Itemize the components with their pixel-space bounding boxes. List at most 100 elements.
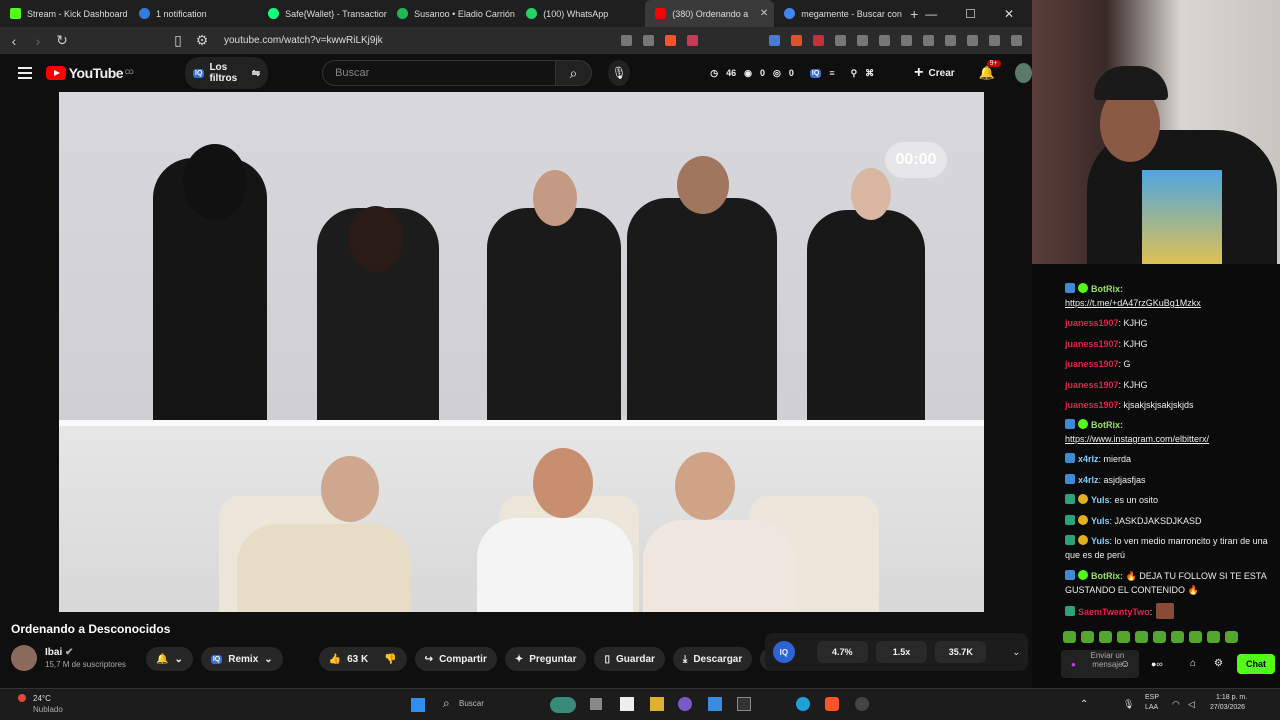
extension-icon[interactable]	[813, 35, 824, 46]
edge-icon[interactable]	[796, 697, 810, 711]
chevron-down-icon: ⌄	[264, 653, 273, 665]
tab-kick[interactable]: Stream - Kick Dashboard	[0, 0, 129, 27]
channel-avatar[interactable]	[11, 645, 37, 671]
search-icon[interactable]: ⌕	[443, 696, 450, 711]
chat-link[interactable]: https://www.instagram.com/elbitterx/	[1065, 432, 1277, 446]
download-button[interactable]: ⤓ Descargar	[672, 647, 753, 671]
emote-icon[interactable]	[1225, 631, 1238, 643]
filters-button[interactable]: IQ Los filtros ⇋	[185, 57, 269, 89]
brave-icon[interactable]	[825, 697, 839, 711]
music-icon[interactable]	[901, 35, 912, 46]
bookmark-icon[interactable]: ▯	[168, 32, 188, 49]
filter-icon[interactable]: ⚲	[851, 68, 858, 79]
emote-icon[interactable]	[1135, 631, 1148, 643]
list-icon[interactable]: ≡	[829, 68, 834, 78]
windows-start-icon[interactable]	[411, 698, 425, 712]
puzzle-icon[interactable]	[857, 35, 868, 46]
tab-google[interactable]: megamente - Buscar con G	[774, 0, 903, 27]
emote-icon[interactable]	[1207, 631, 1220, 643]
create-button[interactable]: + Crear	[914, 64, 954, 82]
community-icon[interactable]: ●∞	[1151, 659, 1163, 669]
vpn-icon[interactable]	[967, 35, 978, 46]
mic-icon[interactable]: 🎙	[1123, 699, 1134, 710]
iq-icon[interactable]: IQ	[773, 641, 795, 663]
menu-icon[interactable]	[1011, 35, 1022, 46]
search-icon[interactable]: ⌕	[555, 60, 592, 86]
tab-youtube[interactable]: (380) Ordenando a ✕	[645, 0, 775, 27]
mic-icon[interactable]: 🎙	[607, 60, 631, 86]
weather-desc: Nublado	[33, 705, 63, 714]
brave-shield-icon[interactable]	[665, 35, 676, 46]
emote-icon[interactable]	[1099, 631, 1112, 643]
subscription-bell-button[interactable]: 🔔 ⌄	[146, 647, 193, 671]
emoji-icon[interactable]: ☺	[1120, 659, 1130, 670]
search-input[interactable]: Buscar	[322, 60, 556, 86]
chevron-down-icon[interactable]: ⌄	[1012, 647, 1020, 658]
send-chat-button[interactable]: Chat	[1237, 654, 1275, 674]
extension-icon[interactable]	[791, 35, 802, 46]
cast-icon[interactable]	[621, 35, 632, 46]
hamburger-menu-icon[interactable]	[18, 67, 32, 79]
close-tab-icon[interactable]: ✕	[760, 8, 768, 19]
share-icon[interactable]	[643, 35, 654, 46]
tab-notification[interactable]: 1 notification	[129, 0, 258, 27]
forward-icon[interactable]: ›	[28, 33, 48, 49]
iq-icon[interactable]: IQ	[809, 68, 822, 78]
channel-name[interactable]: Ibai ✔	[45, 647, 126, 658]
terminal-icon[interactable]	[737, 697, 751, 711]
save-button[interactable]: ▯ Guardar	[594, 647, 665, 671]
settings-icon[interactable]: ⚙	[1214, 658, 1223, 669]
notifications-bell-icon[interactable]: 🔔 9+	[979, 60, 1001, 81]
emote-icon[interactable]	[1063, 631, 1076, 643]
mic-icon[interactable]: ●	[1071, 660, 1076, 669]
app-icon[interactable]	[678, 697, 692, 711]
new-tab-button[interactable]: +	[903, 6, 925, 22]
translate-icon[interactable]	[769, 35, 780, 46]
volume-icon[interactable]: ◁	[1188, 699, 1195, 710]
back-icon[interactable]: ‹	[4, 33, 24, 49]
tab-safe-wallet[interactable]: Safe{Wallet} - Transaction q	[258, 0, 387, 27]
screenshot-icon[interactable]	[879, 35, 890, 46]
taskbar-search[interactable]: Buscar	[459, 699, 484, 708]
weather-temp[interactable]: 24°C	[33, 694, 51, 703]
tab-whatsapp[interactable]: (100) WhatsApp	[516, 0, 645, 27]
clock-time[interactable]: 1:18 p. m.	[1216, 694, 1247, 701]
emote-icon[interactable]	[1081, 631, 1094, 643]
app-icon[interactable]	[620, 697, 634, 711]
emote-icon[interactable]	[1171, 631, 1184, 643]
remix-button[interactable]: IQ Remix ⌄	[200, 647, 283, 671]
url-field[interactable]: youtube.com/watch?v=kwwRiLKj9jk	[224, 35, 383, 46]
emote-icon[interactable]	[1153, 631, 1166, 643]
minimize-icon[interactable]: —	[925, 7, 937, 21]
site-info-icon[interactable]: ⚙	[192, 32, 212, 49]
task-view-icon[interactable]	[590, 698, 602, 710]
input-language[interactable]: ESP	[1145, 694, 1159, 701]
chat-link[interactable]: https://t.me/+dA47rzGKuBg1Mzkx	[1065, 296, 1277, 310]
wifi-icon[interactable]: ◠	[1172, 699, 1180, 710]
share-button[interactable]: ↪ Compartir	[414, 647, 497, 671]
maximize-icon[interactable]: ☐	[965, 7, 976, 21]
obs-icon[interactable]	[855, 697, 869, 711]
tag-icon[interactable]: ⌘	[865, 68, 874, 79]
thumbs-down-icon[interactable]: 👎	[384, 654, 396, 665]
youtube-logo[interactable]: YouTube CO	[45, 65, 134, 81]
store-icon[interactable]: ⌂	[1190, 658, 1196, 669]
brave-rewards-icon[interactable]	[687, 35, 698, 46]
reload-icon[interactable]: ↻	[52, 32, 72, 49]
chevron-up-icon[interactable]: ⌃	[1080, 699, 1088, 710]
ask-button[interactable]: ✦ Preguntar	[504, 647, 587, 671]
like-button[interactable]: 👍 63 K 👎	[318, 647, 407, 671]
account-avatar[interactable]	[1014, 63, 1032, 83]
leo-icon[interactable]	[989, 35, 1000, 46]
app-icon[interactable]	[708, 697, 722, 711]
app-icon[interactable]	[650, 697, 664, 711]
app-icon[interactable]	[550, 697, 576, 713]
wallet-icon[interactable]	[945, 35, 956, 46]
close-window-icon[interactable]: ✕	[1004, 7, 1014, 21]
emote-icon[interactable]	[1117, 631, 1130, 643]
video-player[interactable]: 00:00	[59, 92, 984, 612]
emote-icon[interactable]	[1189, 631, 1202, 643]
sidebar-icon[interactable]	[923, 35, 934, 46]
tab-spotify[interactable]: Susanoo • Eladio Carrión	[387, 0, 516, 27]
extension-icon[interactable]	[835, 35, 846, 46]
